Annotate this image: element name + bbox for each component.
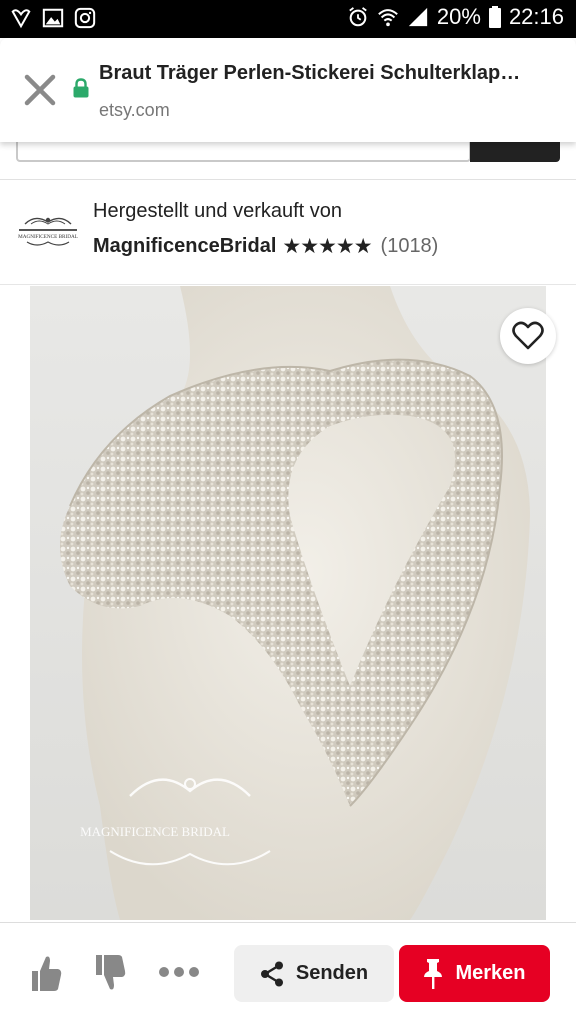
- wifi-icon: [378, 9, 398, 27]
- product-image-area: MAGNIFICENCE BRIDAL: [0, 286, 576, 922]
- share-icon: [260, 961, 283, 986]
- watermark-text: MAGNIFICENCE BRIDAL: [80, 824, 230, 839]
- share-button[interactable]: Senden: [234, 945, 394, 1002]
- shop-name-link[interactable]: MagnificenceBridal: [93, 235, 276, 258]
- page-url: etsy.com: [99, 100, 170, 120]
- page-title: Braut Träger Perlen-Stickerei Schulterkl…: [99, 62, 521, 84]
- share-label: Senden: [295, 962, 369, 984]
- favorite-button[interactable]: [500, 308, 556, 364]
- signal-icon: [408, 7, 428, 27]
- battery-icon: [488, 6, 501, 28]
- save-label: Merken: [455, 962, 526, 984]
- pin-icon: [424, 958, 443, 989]
- close-icon[interactable]: [20, 70, 60, 110]
- status-bar: 20% 22:16: [0, 0, 576, 38]
- heart-outline-icon: [11, 9, 31, 29]
- save-button[interactable]: Merken: [399, 945, 550, 1002]
- rating-stars: ★★★★★: [282, 235, 372, 258]
- thumbs-down-icon[interactable]: [92, 953, 126, 993]
- alarm-icon: [349, 7, 367, 27]
- shop-logo[interactable]: MAGNIFICENCE BRIDAL: [17, 212, 79, 248]
- browser-tab-header: Braut Träger Perlen-Stickerei Schulterkl…: [0, 38, 576, 142]
- heart-outline-icon: [512, 321, 544, 350]
- lock-icon: [73, 78, 89, 98]
- review-count: (1018): [380, 235, 439, 257]
- thumbs-up-icon[interactable]: [28, 953, 62, 993]
- product-image[interactable]: MAGNIFICENCE BRIDAL: [30, 286, 546, 920]
- svg-text:MAGNIFICENCE BRIDAL: MAGNIFICENCE BRIDAL: [18, 234, 78, 240]
- seller-info[interactable]: MAGNIFICENCE BRIDAL Hergestellt und verk…: [0, 180, 576, 285]
- made-by-label: Hergestellt und verkauft von: [93, 200, 343, 222]
- search-bar: [0, 132, 576, 180]
- status-time: 22:16: [508, 4, 564, 29]
- action-bar: Senden Merken: [0, 922, 576, 1024]
- battery-percent: 20%: [436, 4, 481, 29]
- more-dots-icon[interactable]: [158, 965, 200, 979]
- instagram-icon: [74, 7, 96, 29]
- gallery-icon: [42, 8, 64, 28]
